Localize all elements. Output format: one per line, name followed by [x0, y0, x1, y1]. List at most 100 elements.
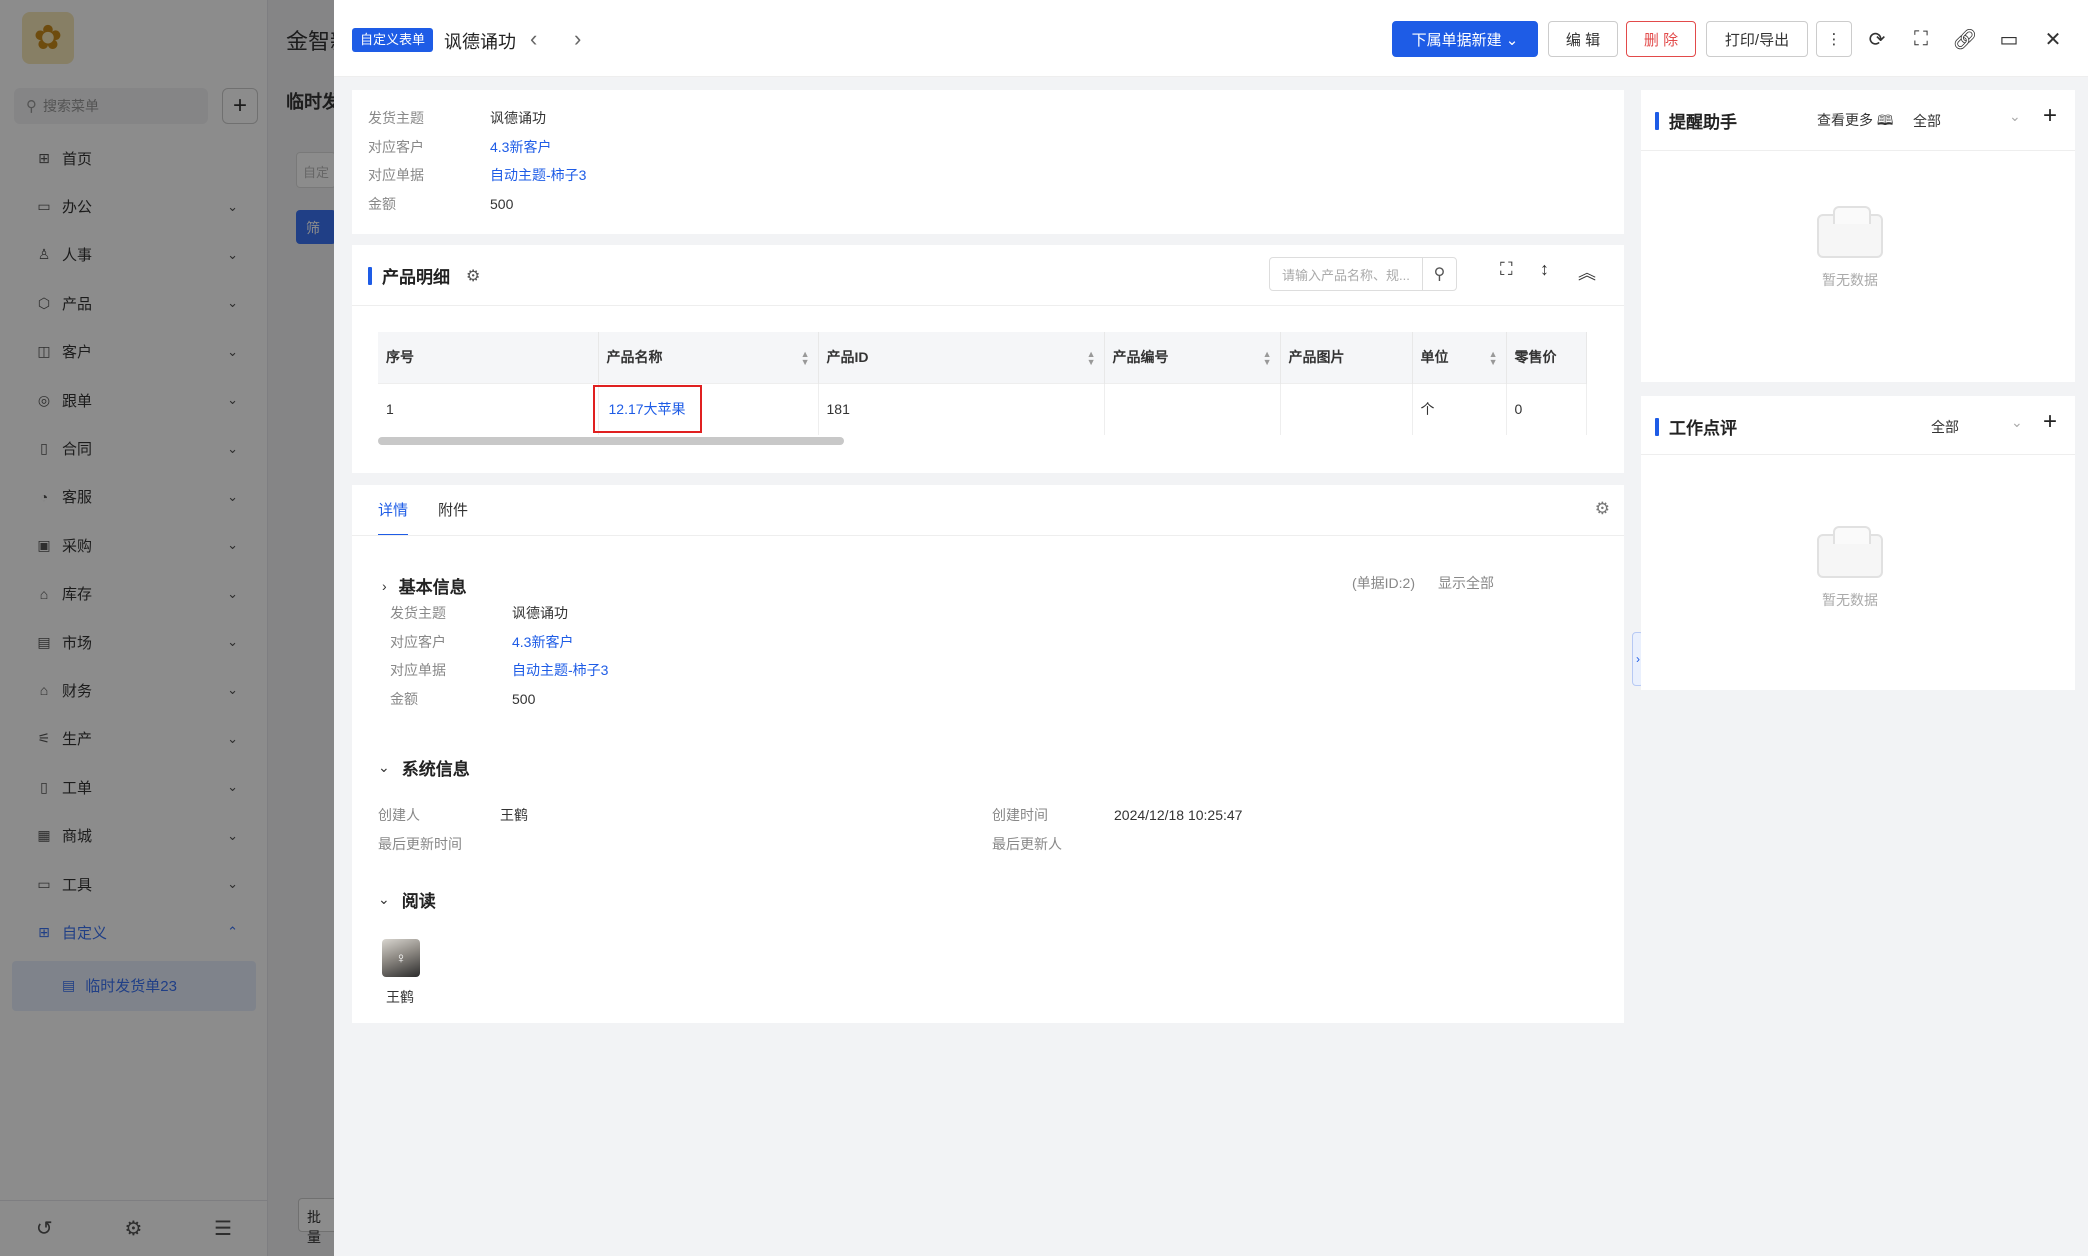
record-detail-drawer: 自定义表单 讽德诵功 ‹ › 下属单据新建 ⌄ 编 辑 删 除 打印/导出 ⋮ …	[334, 0, 2088, 1256]
show-all-label: 显示全部	[1438, 575, 1494, 591]
sort-icon[interactable]: ▲ ▼	[1489, 350, 1498, 367]
column-header[interactable]: 序号	[378, 332, 599, 383]
sort-icon[interactable]: ▲ ▼	[1263, 350, 1272, 367]
link-icon[interactable]: 🔗︎	[1950, 24, 1980, 54]
read-title: 阅读	[401, 892, 436, 911]
column-header[interactable]: 零售价	[1506, 332, 1587, 383]
cell-unit: 个	[1412, 382, 1507, 435]
field-link[interactable]: 4.3新客户	[512, 632, 573, 652]
add-reminder-icon[interactable]: +	[2043, 102, 2057, 130]
drawer-header: 自定义表单 讽德诵功 ‹ › 下属单据新建 ⌄ 编 辑 删 除 打印/导出 ⋮ …	[334, 0, 2088, 77]
reminder-filter-select[interactable]: 全部	[1913, 111, 1941, 131]
field-link[interactable]: 4.3新客户	[490, 137, 551, 157]
gear-icon[interactable]: ⚙	[1595, 499, 1610, 519]
field-row: 对应单据 自动主题-柿子3	[390, 656, 608, 685]
print-export-button[interactable]: 打印/导出	[1706, 21, 1808, 57]
close-icon[interactable]: ✕	[2038, 24, 2068, 54]
chevron-right-icon: ›	[382, 577, 387, 594]
record-title: 讽德诵功	[444, 32, 516, 52]
field-value: 讽德诵功	[512, 605, 568, 622]
detail-tabs: 详情 附件	[378, 499, 468, 536]
reminder-empty-text: 暂无数据	[1822, 272, 1878, 288]
field-label: 发货主题	[390, 605, 446, 622]
chevron-down-icon: ⌄	[378, 891, 390, 907]
form-type-badge: 自定义表单	[352, 28, 434, 52]
delete-button[interactable]: 删 除	[1626, 21, 1696, 57]
product-detail-header: 产品明细 ⚙	[368, 263, 480, 288]
work-review-title: 工作点评	[1669, 419, 1737, 438]
column-header[interactable]: 产品编号 ▲ ▼	[1104, 332, 1281, 383]
divider	[352, 305, 1624, 306]
work-review-header: 工作点评	[1655, 414, 1737, 439]
prev-record-icon[interactable]: ‹	[530, 26, 537, 52]
product-detail-card: 产品明细 ⚙ 请输入产品名称、规... ⚲ ⛶ ↕ ︽ 序号 产品名称 ▲ ▼ 产品…	[352, 245, 1624, 473]
created-time-label: 创建时间	[992, 807, 1048, 824]
created-time-value: 2024/12/18 10:25:47	[1114, 807, 1243, 824]
chevron-down-icon[interactable]: ⌄	[2011, 414, 2023, 431]
new-sub-document-button[interactable]: 下属单据新建 ⌄	[1392, 21, 1538, 57]
field-value: 500	[490, 195, 514, 212]
column-header[interactable]: 产品ID ▲ ▼	[818, 332, 1105, 383]
book-icon: 🕮︎	[1876, 112, 1894, 128]
row-height-icon[interactable]: ↕	[1540, 259, 1549, 280]
field-row: 发货主题 讽德诵功	[368, 104, 586, 133]
empty-box-icon	[1817, 526, 1883, 578]
horizontal-scrollbar[interactable]	[378, 437, 844, 445]
system-info-title: 系统信息	[401, 760, 470, 779]
field-value: 500	[512, 690, 536, 707]
field-row: 对应单据 自动主题-柿子3	[368, 161, 586, 190]
next-record-icon[interactable]: ›	[574, 26, 581, 52]
product-table: 序号 产品名称 ▲ ▼ 产品ID ▲ ▼ 产品编号 ▲ ▼ 产品图片 单位 ▲ ▼ 零售价 1 …	[378, 332, 1587, 435]
review-filter-select[interactable]: 全部	[1931, 417, 1959, 437]
refresh-icon[interactable]: ⟳	[1862, 24, 1892, 54]
basic-info-header[interactable]: › 基本信息	[382, 573, 467, 598]
gear-icon[interactable]: ⚙	[466, 266, 480, 286]
field-row: 金额 500	[368, 190, 586, 219]
field-link[interactable]: 自动主题-柿子3	[490, 165, 586, 185]
read-header[interactable]: ⌄ 阅读	[378, 887, 436, 912]
section-marker	[1655, 111, 1659, 130]
search-icon[interactable]: ⚲	[1422, 258, 1456, 290]
product-search-input[interactable]: 请输入产品名称、规... ⚲	[1269, 257, 1457, 291]
table-row: 1 12.17大苹果 181 个 0	[378, 382, 1587, 435]
collapse-up-icon[interactable]: ︽	[1578, 259, 1596, 285]
review-empty-text: 暂无数据	[1822, 592, 1878, 608]
reminder-title: 提醒助手	[1669, 113, 1737, 132]
field-label: 发货主题	[368, 110, 424, 127]
product-name-link[interactable]: 12.17大苹果	[592, 385, 702, 434]
tab-attachments[interactable]: 附件	[438, 499, 468, 536]
window-mode-icon[interactable]: ▭	[1994, 24, 2024, 54]
system-info-header[interactable]: ⌄ 系统信息	[378, 755, 470, 780]
system-info-left: 创建人 王鹤 最后更新时间	[378, 801, 528, 858]
basic-info-title: 基本信息	[398, 578, 467, 597]
empty-box-icon	[1817, 206, 1883, 258]
edit-button[interactable]: 编 辑	[1548, 21, 1618, 57]
field-label: 金额	[390, 690, 418, 707]
table-header-row: 序号 产品名称 ▲ ▼ 产品ID ▲ ▼ 产品编号 ▲ ▼ 产品图片 单位 ▲ ▼ 零售价	[378, 332, 1587, 383]
chevron-down-icon[interactable]: ⌄	[2009, 108, 2021, 125]
fullscreen-icon[interactable]: ⛶	[1906, 24, 1936, 54]
field-row: 金额 500	[390, 685, 608, 714]
expand-icon[interactable]: ⛶	[1500, 259, 1513, 280]
field-link[interactable]: 自动主题-柿子3	[512, 660, 608, 680]
cell-seq: 1	[378, 382, 599, 435]
field-label: 金额	[368, 195, 396, 212]
view-more-link[interactable]: 查看更多 🕮︎	[1817, 110, 1893, 134]
field-value: 讽德诵功	[490, 110, 546, 127]
sort-icon[interactable]: ▲ ▼	[801, 350, 810, 367]
column-header[interactable]: 产品图片	[1280, 332, 1413, 383]
creator-label: 创建人	[378, 807, 420, 824]
cell-product-name: 12.17大苹果	[592, 382, 819, 435]
field-row: 发货主题 讽德诵功	[390, 599, 608, 628]
more-actions-button[interactable]: ⋮	[1816, 21, 1852, 57]
column-header[interactable]: 产品名称 ▲ ▼	[598, 332, 819, 383]
column-header[interactable]: 单位 ▲ ▼	[1412, 332, 1507, 383]
field-label: 对应客户	[390, 633, 446, 650]
updated-time-label: 最后更新时间	[378, 835, 462, 852]
tab-details[interactable]: 详情	[378, 499, 409, 536]
summary-card: 发货主题 讽德诵功 对应客户 4.3新客户 对应单据 自动主题-柿子3 金额 500	[352, 90, 1624, 234]
sort-icon[interactable]: ▲ ▼	[1087, 350, 1096, 367]
add-review-icon[interactable]: +	[2043, 408, 2057, 436]
creator-value: 王鹤	[500, 807, 528, 824]
product-search-placeholder: 请输入产品名称、规...	[1282, 267, 1410, 283]
